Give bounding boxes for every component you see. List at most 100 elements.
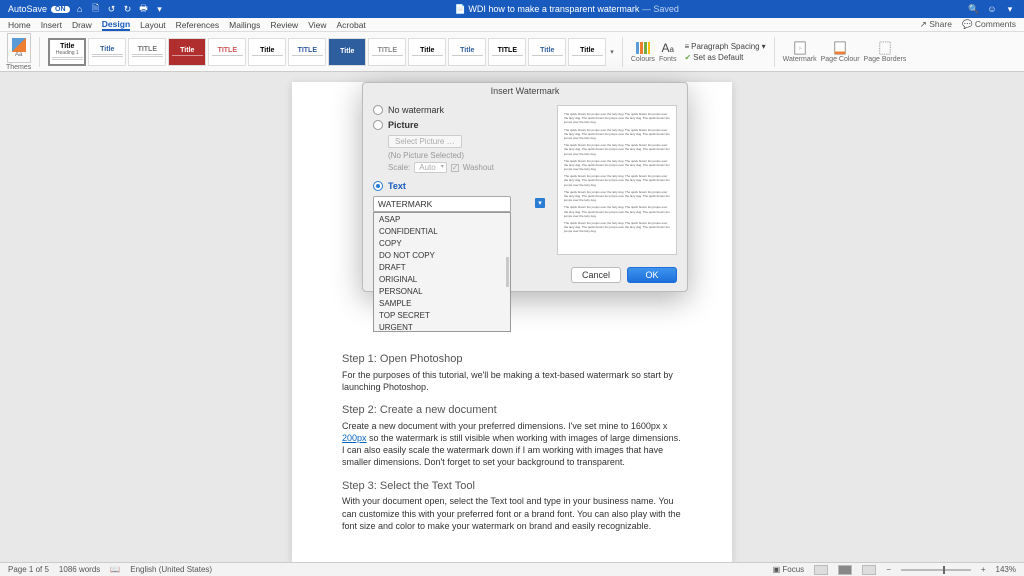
radio-icon — [373, 181, 383, 191]
check-icon: ✔ — [684, 53, 691, 62]
document-title: 📄 WDI how to make a transparent watermar… — [166, 4, 968, 15]
select-picture-button: Select Picture … — [388, 135, 462, 148]
themes-button[interactable]: Aa Themes — [6, 33, 31, 71]
scale-select: Auto — [414, 162, 446, 173]
style-item[interactable]: Title — [528, 38, 566, 66]
tab-insert[interactable]: Insert — [41, 20, 62, 30]
style-item[interactable]: TITLE — [208, 38, 246, 66]
style-item[interactable]: Title — [168, 38, 206, 66]
page-borders-button[interactable]: Page Borders — [864, 41, 907, 63]
dropdown-option[interactable]: TOP SECRET — [374, 309, 510, 321]
save-icon[interactable]: 🗎 — [90, 3, 102, 15]
comments-button[interactable]: 💬 Comments — [962, 19, 1016, 30]
style-item[interactable]: TitleHeading 1 — [48, 38, 86, 66]
fonts-button[interactable]: Aa Fonts — [659, 41, 677, 63]
tab-references[interactable]: References — [176, 20, 219, 30]
word-count[interactable]: 1086 words — [59, 565, 100, 574]
washout-label: Washout — [463, 163, 494, 172]
tab-view[interactable]: View — [308, 20, 326, 30]
print-icon[interactable]: 🖶 — [138, 3, 150, 15]
ribbon-tabs: Home Insert Draw Design Layout Reference… — [0, 18, 1024, 32]
radio-picture[interactable]: Picture — [373, 120, 547, 130]
dropdown-option[interactable]: SAMPLE — [374, 297, 510, 309]
read-mode-button[interactable] — [814, 565, 828, 575]
style-item[interactable]: Title — [248, 38, 286, 66]
ribbon: Aa Themes TitleHeading 1 Title TITLE Tit… — [0, 32, 1024, 72]
tab-review[interactable]: Review — [270, 20, 298, 30]
watermark-button[interactable]: A Watermark — [783, 41, 817, 63]
chevron-down-icon[interactable]: ▾ — [1004, 3, 1016, 15]
language-indicator[interactable]: English (United States) — [130, 565, 212, 574]
paragraph: With your document open, select the Text… — [342, 495, 682, 531]
paragraph-spacing-button[interactable]: ≡Paragraph Spacing ▾ — [684, 42, 765, 51]
style-item[interactable]: Title — [408, 38, 446, 66]
set-default-button[interactable]: ✔Set as Default — [684, 53, 765, 62]
watermark-text-dropdown[interactable]: ASAP CONFIDENTIAL COPY DO NOT COPY DRAFT… — [373, 212, 511, 332]
insert-watermark-dialog: Insert Watermark No watermark Picture Se… — [362, 82, 688, 292]
autosave-label: AutoSave — [8, 4, 47, 14]
chevron-down-icon[interactable]: ▾ — [610, 48, 614, 56]
style-item[interactable]: TITLE — [288, 38, 326, 66]
page-colour-button[interactable]: Page Colour — [821, 41, 860, 63]
zoom-level[interactable]: 143% — [996, 565, 1016, 574]
heading-step2: Step 2: Create a new document — [342, 403, 682, 418]
redo-icon[interactable]: ↻ — [122, 3, 134, 15]
radio-icon — [373, 105, 383, 115]
radio-icon — [373, 120, 383, 130]
spellcheck-icon[interactable]: 📖 — [110, 565, 120, 574]
style-item[interactable]: TITLE — [128, 38, 166, 66]
style-item[interactable]: TITLE — [488, 38, 526, 66]
dropdown-option[interactable]: CONFIDENTIAL — [374, 225, 510, 237]
title-bar: AutoSave ON ⌂ 🗎 ↺ ↻ 🖶 ▾ 📄 WDI how to mak… — [0, 0, 1024, 18]
style-item[interactable]: Title — [328, 38, 366, 66]
style-gallery[interactable]: TitleHeading 1 Title TITLE Title TITLE T… — [48, 38, 606, 66]
cancel-button[interactable]: Cancel — [571, 267, 621, 283]
link-200px[interactable]: 200px — [342, 433, 367, 443]
heading-step3: Step 3: Select the Text Tool — [342, 479, 682, 494]
page-indicator[interactable]: Page 1 of 5 — [8, 565, 49, 574]
tab-design[interactable]: Design — [102, 19, 130, 31]
zoom-in-button[interactable]: + — [981, 565, 986, 574]
radio-no-watermark[interactable]: No watermark — [373, 105, 547, 115]
style-item[interactable]: Title — [88, 38, 126, 66]
zoom-slider[interactable] — [901, 569, 971, 571]
dropdown-option[interactable]: COPY — [374, 237, 510, 249]
chevron-down-icon[interactable]: ▾ — [154, 3, 166, 15]
washout-checkbox — [451, 164, 459, 172]
tab-acrobat[interactable]: Acrobat — [336, 20, 365, 30]
home-icon[interactable]: ⌂ — [74, 3, 86, 15]
dropdown-option[interactable]: ORIGINAL — [374, 273, 510, 285]
style-item[interactable]: Title — [448, 38, 486, 66]
undo-icon[interactable]: ↺ — [106, 3, 118, 15]
style-item[interactable]: TITLE — [368, 38, 406, 66]
dropdown-option[interactable]: DRAFT — [374, 261, 510, 273]
tab-layout[interactable]: Layout — [140, 20, 166, 30]
web-layout-button[interactable] — [862, 565, 876, 575]
ok-button[interactable]: OK — [627, 267, 677, 283]
search-icon[interactable]: 🔍 — [968, 3, 980, 15]
smile-icon[interactable]: ☺ — [986, 3, 998, 15]
colours-button[interactable]: Colours — [631, 41, 655, 63]
dropdown-option[interactable]: DO NOT COPY — [374, 249, 510, 261]
zoom-out-button[interactable]: − — [886, 565, 891, 574]
dropdown-option[interactable]: ASAP — [374, 213, 510, 225]
scale-label: Scale: — [388, 163, 410, 172]
autosave-toggle[interactable]: ON — [51, 6, 70, 13]
status-bar: Page 1 of 5 1086 words 📖 English (United… — [0, 562, 1024, 576]
print-layout-button[interactable] — [838, 565, 852, 575]
watermark-text-input[interactable]: WATERMARK — [373, 196, 511, 212]
tab-home[interactable]: Home — [8, 20, 31, 30]
share-button[interactable]: ↗ Share — [920, 19, 952, 30]
radio-text[interactable]: Text — [373, 181, 547, 191]
dialog-title: Insert Watermark — [363, 83, 687, 99]
paragraph: For the purposes of this tutorial, we'll… — [342, 369, 682, 393]
style-item[interactable]: Title — [568, 38, 606, 66]
word-doc-icon: 📄 — [455, 4, 466, 14]
dropdown-option[interactable]: URGENT — [374, 321, 510, 332]
tab-draw[interactable]: Draw — [72, 20, 92, 30]
dropdown-option[interactable]: PERSONAL — [374, 285, 510, 297]
focus-button[interactable]: ▣ Focus — [773, 565, 805, 574]
tab-mailings[interactable]: Mailings — [229, 20, 260, 30]
dropdown-arrow-icon[interactable]: ▾ — [535, 198, 545, 208]
spacing-icon: ≡ — [684, 42, 689, 51]
